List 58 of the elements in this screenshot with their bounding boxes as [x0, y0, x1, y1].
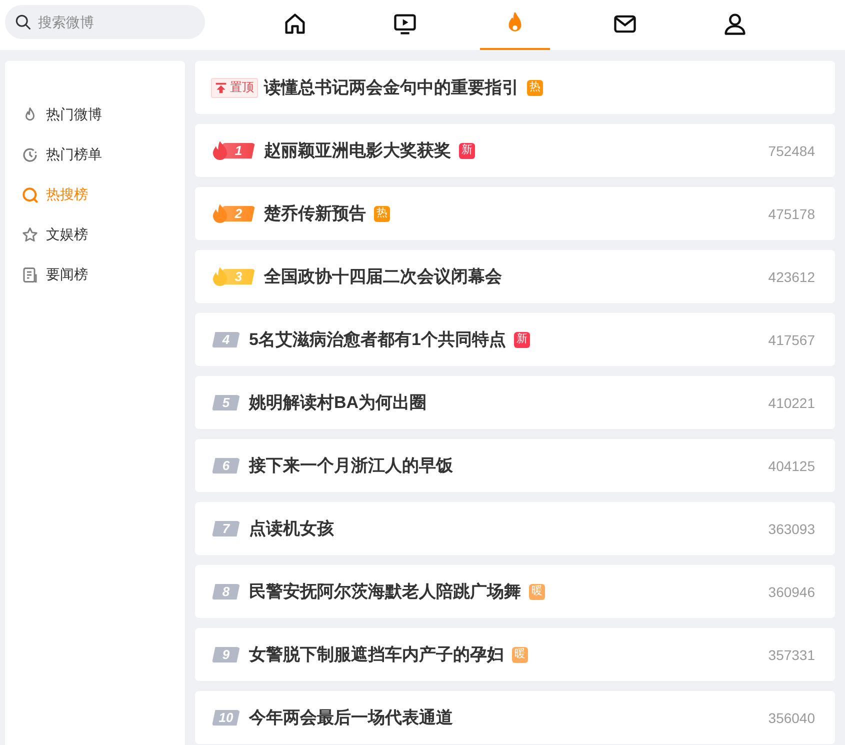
topic-title: 女警脱下制服遮挡车内产子的孕妇 [249, 644, 504, 666]
hot-search-row[interactable]: 6 接下来一个月浙江人的早饭 404125 [195, 439, 835, 492]
label-tag: 暖 [512, 646, 528, 662]
topic-title: 姚明解读村BA为何出圈 [249, 392, 427, 414]
heat-count: 360946 [768, 584, 815, 600]
topic-title: 5名艾滋病治愈者都有1个共同特点 [249, 329, 506, 351]
hot-search-row[interactable]: 5 姚明解读村BA为何出圈 410221 [195, 376, 835, 429]
star-icon [21, 226, 39, 244]
heat-count: 417567 [768, 332, 815, 348]
label-tag: 新 [459, 142, 475, 158]
sidebar-item[interactable]: 热门榜单 [5, 135, 185, 175]
pinned-row[interactable]: 置顶 读懂总书记两会金句中的重要指引 热 [195, 61, 835, 114]
sidebar-item[interactable]: 热门微博 [5, 95, 185, 135]
heat-count: 356040 [768, 710, 815, 726]
hot-search-row[interactable]: 10 今年两会最后一场代表通道 356040 [195, 691, 835, 744]
sidebar-item[interactable]: 文娱榜 [5, 215, 185, 255]
search-field[interactable]: 搜索微博 [5, 5, 205, 39]
label-tag: 热 [374, 206, 390, 222]
hot-search-row[interactable]: 9 女警脱下制服遮挡车内产子的孕妇 暖 357331 [195, 628, 835, 681]
topic-title: 民警安抚阿尔茨海默老人陪跳广场舞 [249, 581, 521, 603]
hot-search-row[interactable]: 1 赵丽颖亚洲电影大奖获奖 新 752484 [195, 124, 835, 177]
rank-badge: 10 [212, 710, 240, 726]
heat-count: 752484 [768, 142, 815, 158]
topic-title: 全国政协十四届二次会议闭幕会 [264, 266, 502, 288]
clock-icon [21, 146, 39, 164]
hot-search-row[interactable]: 4 5名艾滋病治愈者都有1个共同特点 新 417567 [195, 313, 835, 366]
hot-search-row[interactable]: 8 民警安抚阿尔茨海默老人陪跳广场舞 暖 360946 [195, 565, 835, 618]
heat-count: 410221 [768, 394, 815, 410]
rank-badge: 8 [212, 584, 240, 600]
hot-search-row[interactable]: 2 楚乔传新预告 热 475178 [195, 187, 835, 240]
topic-title: 楚乔传新预告 [264, 203, 366, 225]
search-icon [21, 186, 39, 204]
label-tag: 热 [527, 80, 543, 96]
rank-badge: 7 [212, 520, 240, 536]
heat-count: 404125 [768, 458, 815, 474]
heat-count: 475178 [768, 206, 815, 222]
hot-search-row[interactable]: 3 全国政协十四届二次会议闭幕会 423612 [195, 250, 835, 303]
document-icon [21, 266, 39, 284]
rank-badge: 5 [212, 394, 240, 410]
heat-count: 423612 [768, 268, 815, 284]
hot-search-row[interactable]: 7 点读机女孩 363093 [195, 502, 835, 555]
search-icon [14, 13, 32, 31]
label-tag: 暖 [529, 584, 545, 600]
topic-title: 读懂总书记两会金句中的重要指引 [264, 77, 519, 99]
rank-badge: 4 [212, 332, 240, 348]
heat-count: 357331 [768, 646, 815, 662]
person-icon [722, 11, 748, 37]
topic-title: 点读机女孩 [249, 518, 334, 540]
pin-arrow-icon [215, 82, 227, 94]
rank-badge: 9 [212, 646, 240, 662]
rank-badge: 6 [212, 458, 240, 474]
label-tag: 新 [514, 332, 530, 348]
sidebar-item[interactable]: 要闻榜 [5, 255, 185, 295]
pinned-label: 置顶 [230, 79, 254, 96]
topic-title: 今年两会最后一场代表通道 [249, 707, 453, 729]
heat-count: 363093 [768, 520, 815, 536]
topic-title: 接下来一个月浙江人的早饭 [249, 455, 453, 477]
topic-title: 赵丽颖亚洲电影大奖获奖 [264, 140, 451, 162]
